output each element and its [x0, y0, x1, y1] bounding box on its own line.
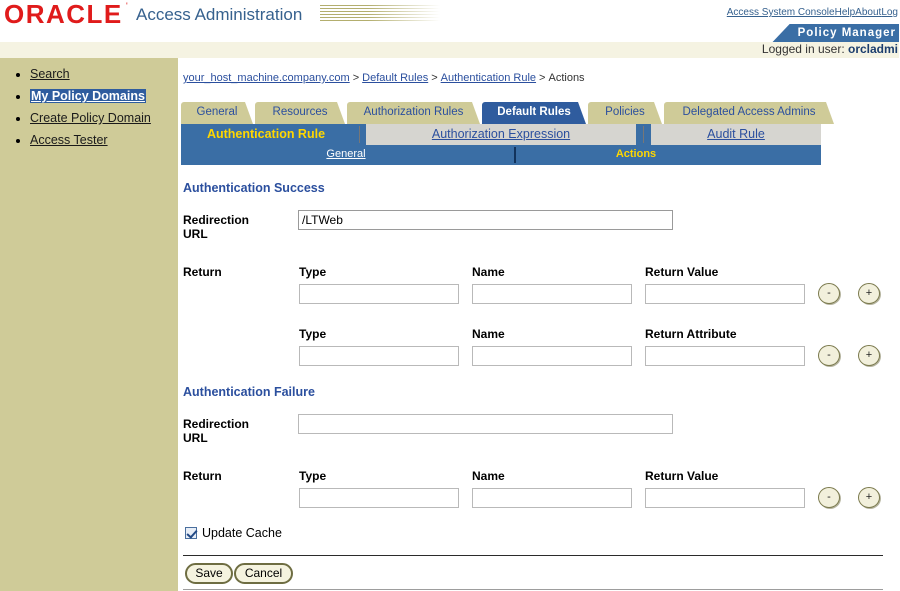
- input-failure-row1-type[interactable]: [299, 488, 459, 508]
- subtab-audit-rule[interactable]: Audit Rule: [651, 124, 821, 145]
- colhead-success-row2-attribute: Return Attribute: [645, 327, 737, 341]
- colhead-failure-row1-value: Return Value: [645, 469, 719, 483]
- button-failure-row1-add[interactable]: +: [858, 487, 880, 508]
- striped-decoration-fade: [320, 5, 440, 23]
- tertiary-tab-bar: General Actions: [181, 145, 821, 165]
- button-failure-row1-remove[interactable]: -: [818, 487, 840, 508]
- breadcrumb-item-actions: Actions: [548, 72, 585, 84]
- tertiary-tab-general[interactable]: General: [291, 145, 401, 165]
- main-panel: your_host_machine.company.com > Default Ru…: [178, 58, 900, 591]
- label-line1: Redirection: [183, 417, 250, 431]
- sidebar-item-create-policy-domain[interactable]: Create Policy Domain: [30, 110, 178, 126]
- sidebar-link-search[interactable]: Search: [30, 67, 70, 81]
- breadcrumb-separator: >: [539, 72, 546, 84]
- logged-in-username: orcladmi: [847, 42, 898, 56]
- label-line1: Redirection: [183, 213, 250, 227]
- tab-general[interactable]: General: [181, 102, 253, 124]
- subtab-authorization-expression-link[interactable]: Authorization Expression: [432, 127, 570, 141]
- input-success-row2-attribute[interactable]: [645, 346, 805, 366]
- update-cache-checkbox[interactable]: [185, 527, 197, 539]
- link-help[interactable]: Help: [835, 7, 856, 18]
- subtab-authorization-expression[interactable]: Authorization Expression: [366, 124, 636, 145]
- save-button[interactable]: Save: [185, 563, 233, 584]
- label-line2: URL: [183, 431, 208, 445]
- breadcrumb-separator: >: [352, 72, 360, 84]
- update-cache-label: Update Cache: [202, 526, 282, 540]
- tab-policies[interactable]: Policies: [588, 102, 662, 124]
- sidebar-link-access-tester[interactable]: Access Tester: [30, 133, 108, 147]
- logged-in-strip: Logged in user: orcladmi: [0, 42, 900, 58]
- colhead-success-row2-type: Type: [299, 327, 327, 341]
- cancel-button[interactable]: Cancel: [234, 563, 293, 584]
- label-line2: URL: [183, 227, 208, 241]
- tertiary-tab-actions[interactable]: Actions: [581, 145, 691, 165]
- button-success-row2-remove[interactable]: -: [818, 345, 840, 366]
- logged-in-prefix: Logged in user:: [761, 42, 848, 56]
- input-success-redirection-url[interactable]: [298, 210, 673, 230]
- tertiary-tab-general-link[interactable]: General: [326, 148, 365, 160]
- subtab-separator: [643, 126, 644, 143]
- link-logout[interactable]: Log: [881, 7, 898, 18]
- label-failure-redirection-url: Redirection URL: [183, 417, 249, 445]
- sidebar: Search My Policy Domains Create Policy D…: [0, 58, 178, 591]
- section-heading-authentication-failure: Authentication Failure: [183, 385, 315, 399]
- footer-divider: [183, 589, 883, 590]
- link-access-system-console[interactable]: Access System Console: [727, 7, 835, 18]
- breadcrumb-item-host[interactable]: your_host_machine.company.com: [183, 72, 350, 84]
- input-failure-row1-name[interactable]: [472, 488, 632, 508]
- header-links: Access System ConsoleHelpAboutLog: [727, 7, 898, 18]
- label-success-return: Return: [183, 265, 222, 279]
- colhead-success-row1-type: Type: [299, 265, 327, 279]
- tab-resources[interactable]: Resources: [255, 102, 345, 124]
- logged-in-text: Logged in user: orcladmi: [762, 42, 898, 56]
- colhead-success-row2-name: Name: [472, 327, 505, 341]
- input-success-row1-value[interactable]: [645, 284, 805, 304]
- sidebar-list: Search My Policy Domains Create Policy D…: [0, 58, 178, 148]
- subtab-authentication-rule[interactable]: Authentication Rule: [181, 124, 351, 145]
- input-success-row2-name[interactable]: [472, 346, 632, 366]
- input-success-row2-type[interactable]: [299, 346, 459, 366]
- app-title: Access Administration: [136, 5, 303, 24]
- label-success-redirection-url: Redirection URL: [183, 213, 249, 241]
- subtab-separator: [359, 126, 360, 143]
- button-success-row1-remove[interactable]: -: [818, 283, 840, 304]
- product-tab-policy-manager[interactable]: Policy Manager: [771, 24, 900, 43]
- breadcrumb: your_host_machine.company.com > Default Ru…: [183, 72, 585, 84]
- colhead-failure-row1-name: Name: [472, 469, 505, 483]
- colhead-success-row1-name: Name: [472, 265, 505, 279]
- breadcrumb-item-default-rules[interactable]: Default Rules: [362, 72, 428, 84]
- primary-tab-bar: General Resources Authorization Rules De…: [181, 102, 897, 124]
- tab-default-rules[interactable]: Default Rules: [482, 102, 586, 124]
- form-divider: [183, 555, 883, 556]
- tab-delegated-access-admins[interactable]: Delegated Access Admins: [664, 102, 834, 124]
- subtab-audit-rule-link[interactable]: Audit Rule: [707, 127, 765, 141]
- input-success-row1-name[interactable]: [472, 284, 632, 304]
- input-failure-row1-value[interactable]: [645, 488, 805, 508]
- sidebar-link-create-policy-domain[interactable]: Create Policy Domain: [30, 111, 151, 125]
- sidebar-item-access-tester[interactable]: Access Tester: [30, 132, 178, 148]
- update-cache-row[interactable]: Update Cache: [185, 526, 282, 540]
- breadcrumb-separator: >: [431, 72, 438, 84]
- colhead-success-row1-value: Return Value: [645, 265, 719, 279]
- tab-authorization-rules[interactable]: Authorization Rules: [347, 102, 480, 124]
- section-heading-authentication-success: Authentication Success: [183, 181, 325, 195]
- sidebar-item-my-policy-domains[interactable]: My Policy Domains: [30, 88, 178, 104]
- oracle-logo: ORACLE: [4, 0, 123, 29]
- tertiary-tab-separator: [514, 147, 516, 163]
- button-success-row2-add[interactable]: +: [858, 345, 880, 366]
- oracle-trademark-icon: ': [126, 1, 128, 11]
- breadcrumb-item-authentication-rule[interactable]: Authentication Rule: [441, 72, 536, 84]
- brand-bar: ORACLE ' Access Administration Access Sy…: [0, 0, 900, 29]
- input-success-row1-type[interactable]: [299, 284, 459, 304]
- label-failure-return: Return: [183, 469, 222, 483]
- button-success-row1-add[interactable]: +: [858, 283, 880, 304]
- sidebar-link-my-policy-domains[interactable]: My Policy Domains: [30, 89, 146, 103]
- sidebar-item-search[interactable]: Search: [30, 66, 178, 82]
- colhead-failure-row1-type: Type: [299, 469, 327, 483]
- link-about[interactable]: About: [855, 7, 881, 18]
- input-failure-redirection-url[interactable]: [298, 414, 673, 434]
- secondary-tab-bar: Authentication Rule Authorization Expres…: [181, 124, 821, 145]
